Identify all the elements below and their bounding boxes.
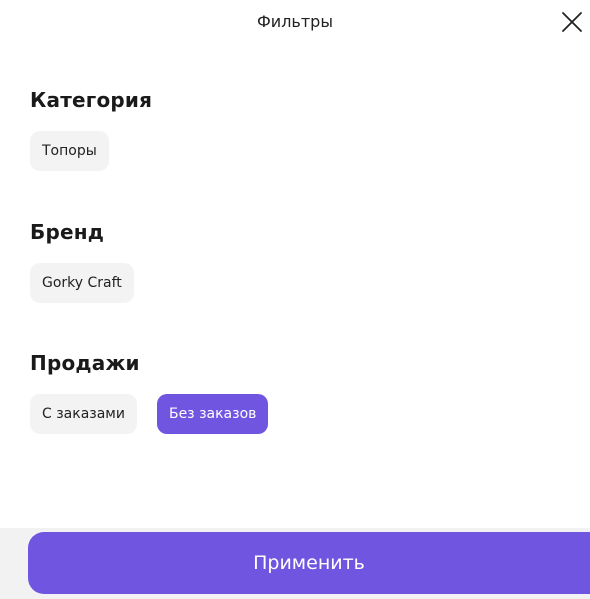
section-title-sales: Продажи <box>30 351 140 375</box>
section-title-category: Категория <box>30 88 153 112</box>
section-category: Категория Топоры <box>30 88 152 171</box>
close-icon <box>562 12 582 32</box>
sales-options: С заказами Без заказов <box>30 394 269 434</box>
footer-bar: Применить <box>0 528 590 599</box>
apply-button-label: Применить <box>253 552 365 574</box>
category-options: Топоры <box>30 131 152 171</box>
section-sales: Продажи С заказами Без заказов <box>30 351 269 434</box>
chip-category-axes[interactable]: Топоры <box>30 131 109 171</box>
chip-brand-gorky-craft[interactable]: Gorky Craft <box>30 263 134 303</box>
page-title: Фильтры <box>257 12 333 31</box>
close-button[interactable] <box>560 10 590 38</box>
chip-sales-with-orders[interactable]: С заказами <box>30 394 137 434</box>
section-brand: Бренд Gorky Craft <box>30 220 134 303</box>
brand-options: Gorky Craft <box>30 263 134 303</box>
apply-button[interactable]: Применить <box>28 532 590 594</box>
section-title-brand: Бренд <box>30 220 105 244</box>
chip-sales-without-orders[interactable]: Без заказов <box>156 394 269 434</box>
filters-header: Фильтры <box>0 0 590 48</box>
